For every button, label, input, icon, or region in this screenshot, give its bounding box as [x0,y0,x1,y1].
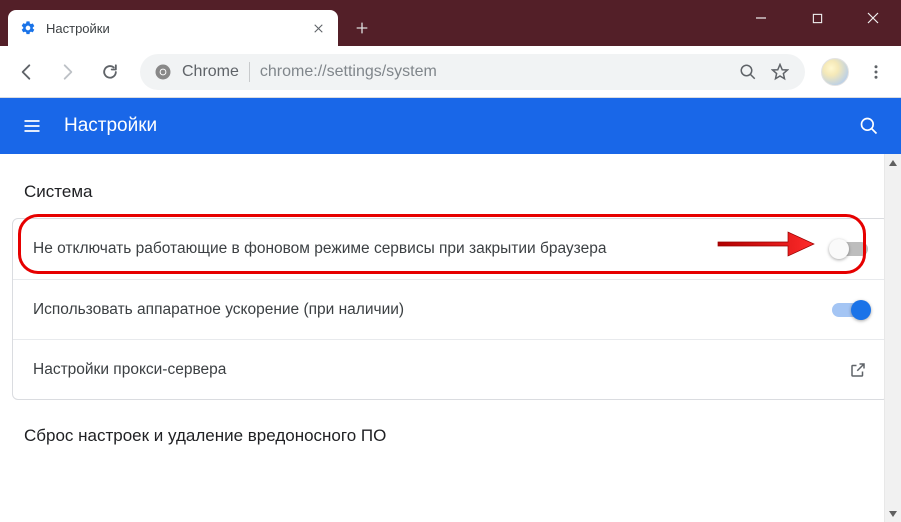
page-title: Настройки [64,115,157,137]
window-close-button[interactable] [845,0,901,36]
search-button[interactable] [857,114,881,138]
menu-button[interactable] [857,53,895,91]
site-label: Chrome [182,63,239,81]
scroll-down-icon[interactable] [885,505,901,522]
tab-strip: Настройки [0,0,376,46]
external-link-icon [848,360,868,380]
hamburger-menu-button[interactable] [20,114,44,138]
content-area: Система Не отключать работающие в фоново… [0,154,901,522]
section-system-title: Система [12,178,889,218]
tab-title: Настройки [46,21,310,36]
gear-icon [20,20,36,36]
settings-header: Настройки [0,98,901,154]
reload-button[interactable] [90,52,130,92]
window-titlebar: Настройки [0,0,901,46]
url-text: chrome://settings/system [260,63,437,81]
zoom-icon[interactable] [737,53,759,91]
setting-row-hardware-accel[interactable]: Использовать аппаратное ускорение (при н… [13,279,888,339]
setting-label: Использовать аппаратное ускорение (при н… [33,301,832,319]
browser-toolbar: Chrome chrome://settings/system [0,46,901,98]
toggle-hardware-accel[interactable] [832,303,868,317]
scroll-up-icon[interactable] [885,154,901,171]
setting-label: Настройки прокси-сервера [33,361,848,379]
setting-label: Не отключать работающие в фоновом режиме… [33,240,832,258]
close-icon[interactable] [310,20,326,36]
maximize-button[interactable] [789,0,845,36]
omnibox-divider [249,62,250,82]
setting-row-background-apps[interactable]: Не отключать работающие в фоновом режиме… [13,219,888,279]
new-tab-button[interactable] [348,14,376,42]
chrome-icon [154,63,172,81]
minimize-button[interactable] [733,0,789,36]
address-bar[interactable]: Chrome chrome://settings/system [140,54,805,90]
browser-tab-active[interactable]: Настройки [8,10,338,46]
forward-button[interactable] [48,52,88,92]
system-card: Не отключать работающие в фоновом режиме… [12,218,889,400]
star-icon[interactable] [769,53,791,91]
toggle-background-apps[interactable] [832,242,868,256]
window-controls [733,0,901,46]
profile-avatar[interactable] [821,58,849,86]
vertical-scrollbar[interactable] [884,154,901,522]
back-button[interactable] [6,52,46,92]
setting-row-proxy[interactable]: Настройки прокси-сервера [13,339,888,399]
section-reset-title: Сброс настроек и удаление вредоносного П… [12,422,889,462]
